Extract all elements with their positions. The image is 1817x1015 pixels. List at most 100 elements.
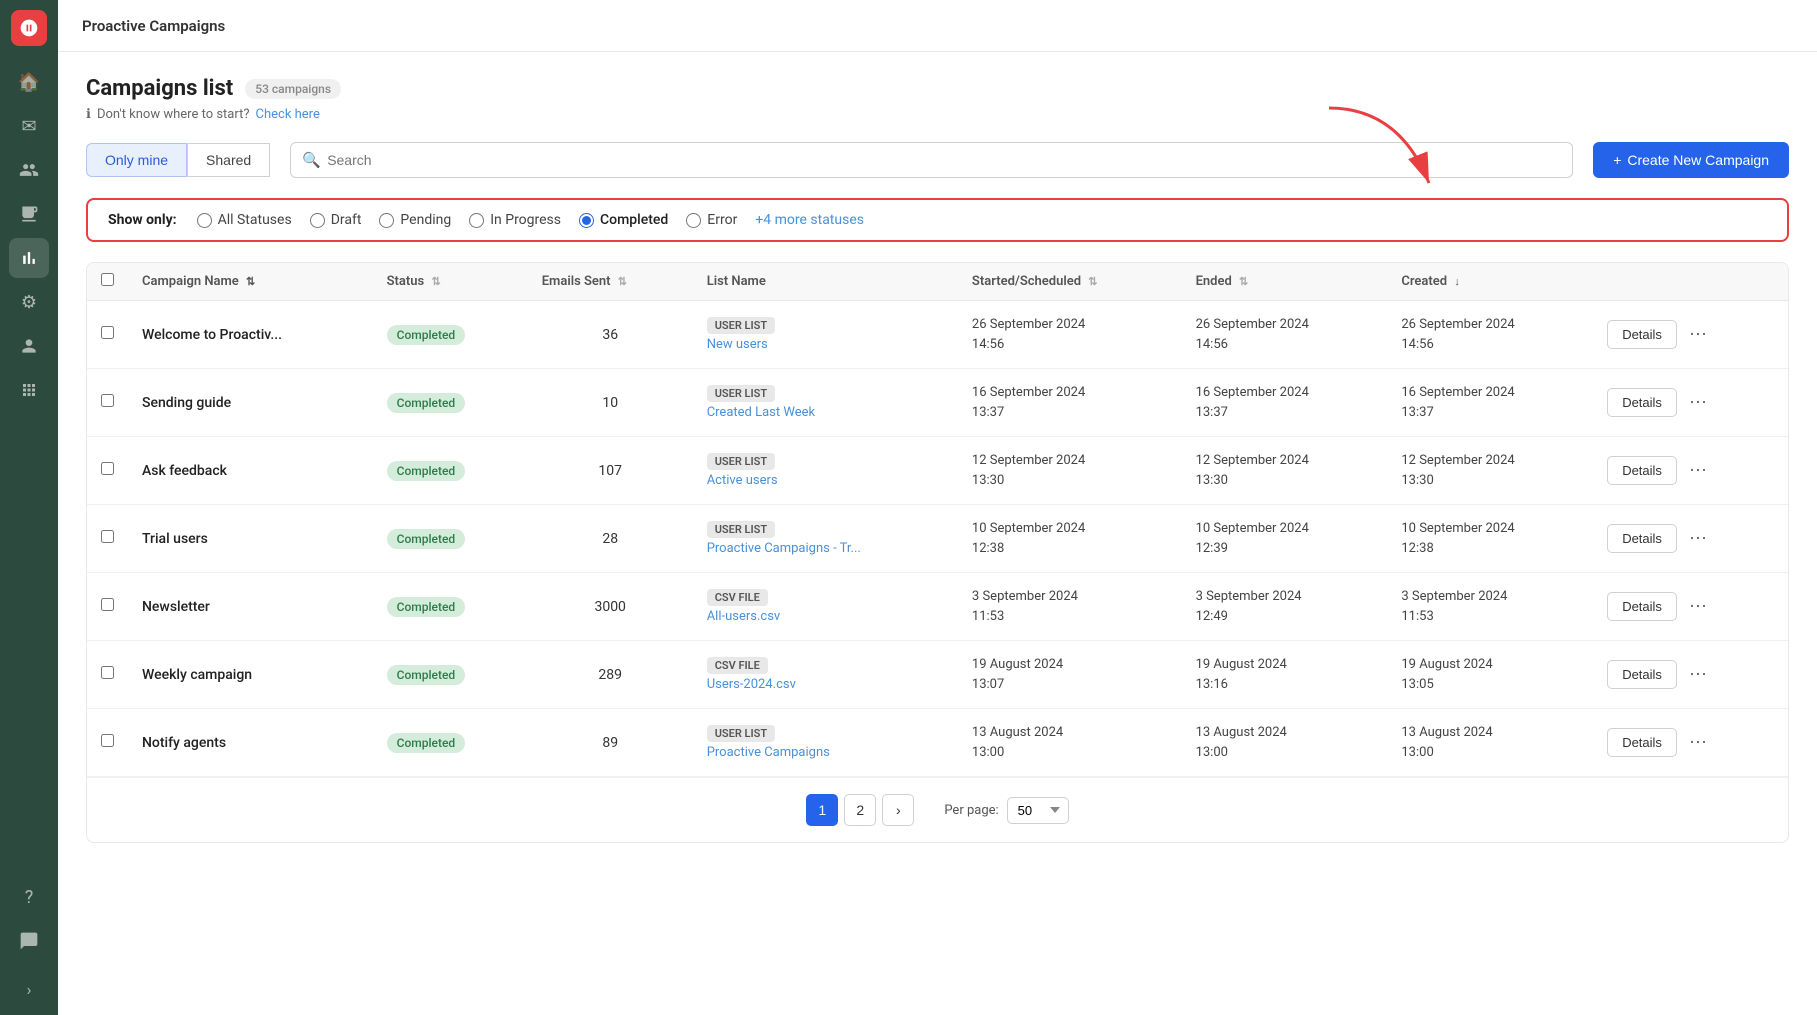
actions-6: Details ⋯ [1593,709,1788,777]
list-name-link-0[interactable]: New users [707,337,768,352]
th-started[interactable]: Started/Scheduled ⇅ [958,263,1182,301]
details-btn-0[interactable]: Details [1607,320,1677,349]
status-2: Completed [373,437,528,505]
row-checkbox-input-3[interactable] [101,530,114,543]
details-btn-5[interactable]: Details [1607,660,1677,689]
details-btn-3[interactable]: Details [1607,524,1677,553]
status-all[interactable]: All Statuses [197,212,292,228]
emails-sent-2: 107 [528,437,693,505]
more-options-btn-5[interactable]: ⋯ [1683,660,1713,689]
help-link[interactable]: Check here [256,107,320,122]
status-filter-wrapper: Show only: All Statuses Draft Pending In… [86,198,1789,242]
emails-sent-4: 3000 [528,573,693,641]
search-icon: 🔍 [302,151,321,169]
actions-1: Details ⋯ [1593,369,1788,437]
list-name-link-3[interactable]: Proactive Campaigns - Tr... [707,541,861,556]
row-checkbox-input-0[interactable] [101,326,114,339]
table-row: Newsletter Completed 3000 CSV FILE All-u… [87,573,1788,641]
table-row: Welcome to Proactiv... Completed 36 USER… [87,301,1788,369]
sidebar-item-email[interactable]: ✉ [9,106,49,146]
created-5: 19 August 202413:05 [1387,641,1593,709]
status-in-progress[interactable]: In Progress [469,212,561,228]
more-options-btn-3[interactable]: ⋯ [1683,524,1713,553]
status-draft[interactable]: Draft [310,212,362,228]
sort-campaign-name: ⇅ [246,275,255,288]
more-options-btn-1[interactable]: ⋯ [1683,388,1713,417]
page-title: Campaigns list [86,76,233,101]
details-btn-6[interactable]: Details [1607,728,1677,757]
row-checkbox-5 [87,641,128,709]
sidebar-item-users[interactable] [9,326,49,366]
more-options-btn-0[interactable]: ⋯ [1683,320,1713,349]
sidebar-item-settings[interactable]: ⚙ [9,282,49,322]
details-btn-2[interactable]: Details [1607,456,1677,485]
status-filter: Show only: All Statuses Draft Pending In… [86,198,1789,242]
details-btn-4[interactable]: Details [1607,592,1677,621]
ended-2: 12 September 202413:30 [1182,437,1388,505]
sidebar-item-home[interactable]: 🏠 [9,62,49,102]
status-completed[interactable]: Completed [579,212,668,228]
page-2-btn[interactable]: 2 [844,794,876,826]
pagination: 1 2 › Per page: 50 25 100 [87,777,1788,842]
search-input[interactable] [290,142,1573,178]
th-status[interactable]: Status ⇅ [373,263,528,301]
sidebar-item-chat[interactable] [9,921,49,961]
sidebar-item-grid[interactable] [9,370,49,410]
row-checkbox-0 [87,301,128,369]
status-error[interactable]: Error [686,212,737,228]
more-options-btn-6[interactable]: ⋯ [1683,728,1713,757]
sidebar-item-contacts[interactable] [9,150,49,190]
emails-sent-0: 36 [528,301,693,369]
row-checkbox-input-1[interactable] [101,394,114,407]
th-ended[interactable]: Ended ⇅ [1182,263,1388,301]
select-all-checkbox[interactable] [101,273,114,286]
row-checkbox-input-5[interactable] [101,666,114,679]
details-btn-1[interactable]: Details [1607,388,1677,417]
started-2: 12 September 202413:30 [958,437,1182,505]
more-options-btn-4[interactable]: ⋯ [1683,592,1713,621]
ended-0: 26 September 202414:56 [1182,301,1388,369]
sort-ended: ⇅ [1239,275,1248,288]
status-pending[interactable]: Pending [379,212,451,228]
sidebar-item-help[interactable]: ? [9,877,49,917]
sidebar-item-campaigns[interactable] [9,194,49,234]
create-campaign-btn[interactable]: + Create New Campaign [1593,142,1789,178]
status-badge-2: Completed [387,461,466,481]
created-4: 3 September 202411:53 [1387,573,1593,641]
app-title: Proactive Campaigns [82,17,225,35]
status-badge-4: Completed [387,597,466,617]
sidebar-expand-btn[interactable]: › [9,973,49,1005]
created-1: 16 September 202413:37 [1387,369,1593,437]
per-page-select[interactable]: 50 25 100 [1007,797,1069,824]
more-statuses-btn[interactable]: +4 more statuses [755,212,864,228]
emails-sent-6: 89 [528,709,693,777]
more-options-btn-2[interactable]: ⋯ [1683,456,1713,485]
row-checkbox-input-6[interactable] [101,734,114,747]
list-name-cell-1: USER LIST Created Last Week [693,369,958,437]
topbar: Proactive Campaigns [58,0,1817,52]
page-header: Campaigns list 53 campaigns [86,76,1789,101]
list-name-link-2[interactable]: Active users [707,473,778,488]
th-emails-sent[interactable]: Emails Sent ⇅ [528,263,693,301]
list-type-badge-6: USER LIST [707,725,775,742]
shared-btn[interactable]: Shared [187,143,270,177]
list-name-link-5[interactable]: Users-2024.csv [707,677,796,692]
th-created[interactable]: Created ↓ [1387,263,1593,301]
page-next-btn[interactable]: › [882,794,914,826]
list-name-link-6[interactable]: Proactive Campaigns [707,745,830,760]
row-checkbox-input-4[interactable] [101,598,114,611]
campaign-name-6: Notify agents [128,709,373,777]
only-mine-btn[interactable]: Only mine [86,143,187,177]
page-content: Campaigns list 53 campaigns ℹ Don't know… [58,52,1817,1015]
list-name-link-4[interactable]: All-users.csv [707,609,781,624]
th-campaign-name[interactable]: Campaign Name ⇅ [128,263,373,301]
th-actions [1593,263,1788,301]
page-1-btn[interactable]: 1 [806,794,838,826]
row-checkbox-3 [87,505,128,573]
sidebar-item-analytics[interactable] [9,238,49,278]
list-name-link-1[interactable]: Created Last Week [707,405,815,420]
row-checkbox-input-2[interactable] [101,462,114,475]
ended-5: 19 August 202413:16 [1182,641,1388,709]
status-6: Completed [373,709,528,777]
list-type-badge-5: CSV FILE [707,657,768,674]
